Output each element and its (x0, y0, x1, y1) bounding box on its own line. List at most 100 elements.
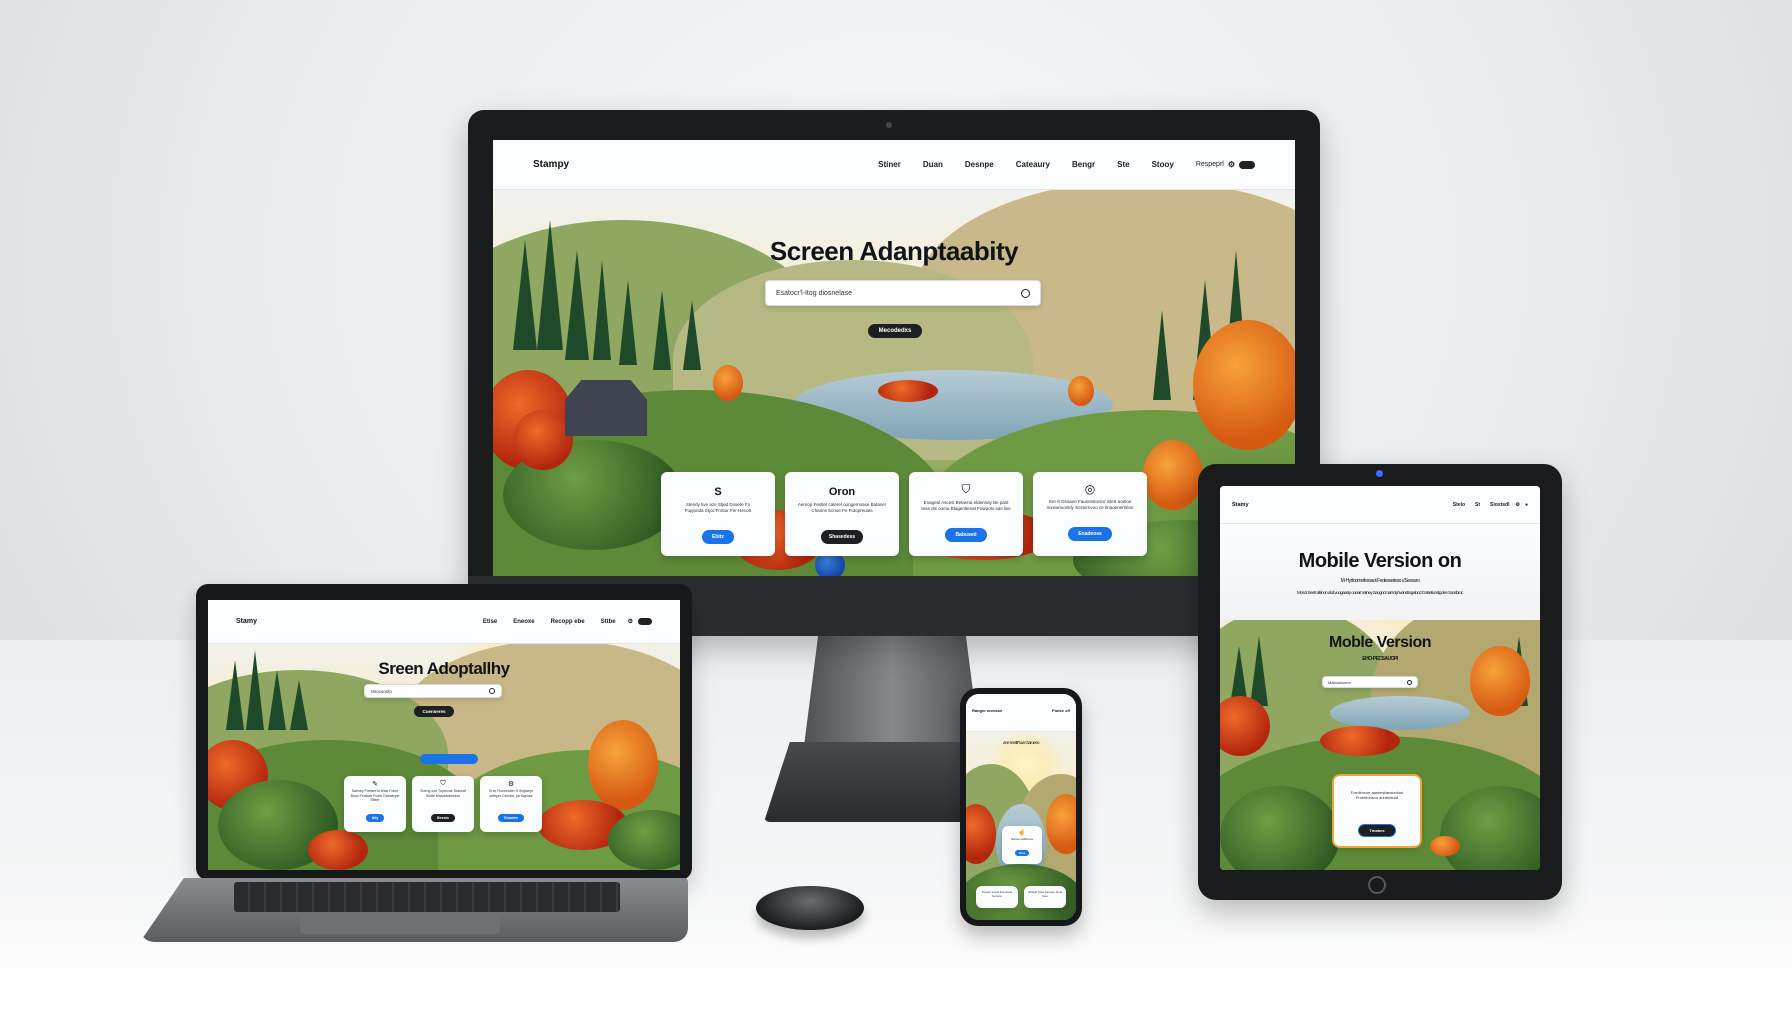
nav-link[interactable]: Eneoxe (513, 619, 534, 625)
hero-title: Screen Adanptaabity (769, 236, 1019, 266)
hero-button[interactable]: Cuenseres (414, 706, 454, 717)
hero-search-bar[interactable]: Esatocr'l-Itog diosnelase (765, 280, 1041, 306)
card-button[interactable]: Babused (945, 528, 987, 542)
cursor-icon: ☝ (1018, 830, 1026, 836)
hero-subtitle: M-Hydoomefesoaot Feolesseteso u'Sessuro (1340, 578, 1420, 584)
nav-link[interactable]: Stiner (878, 160, 901, 169)
monitor-stand-neck (804, 636, 980, 746)
card-button[interactable]: Beesto (431, 814, 455, 822)
card-button[interactable]: Ebitz (702, 530, 734, 544)
feature-card: ✎ Saeney Foebee'st teste Fotoe Bouc Feut… (344, 776, 406, 832)
site-navbar: Stamy Etise Eneoxe Recopp ebe Sttbe ⚙ (208, 600, 680, 644)
site-logo[interactable]: Stampy (533, 159, 569, 170)
desktop-monitor: Stampy Stiner Duan Desnpe Cateaury Bengr… (468, 110, 1320, 636)
card-button[interactable]: Enadeoss (1068, 527, 1112, 541)
settings-icon[interactable]: ⚙ (1515, 502, 1519, 508)
monitor-screen: Stampy Stiner Duan Desnpe Cateaury Bengr… (493, 140, 1295, 576)
theme-toggle[interactable] (1239, 160, 1255, 169)
card-title: Oron (828, 486, 856, 498)
laptop-trackpad[interactable] (300, 912, 500, 934)
home-button[interactable] (1368, 876, 1386, 894)
card-description: Saeney Foebee'st teste Fotoe Bouc Feutio… (350, 789, 400, 803)
section-subtitle: EHO-PECSAUOPI (1362, 656, 1398, 662)
nav-link[interactable]: Ste (1117, 160, 1129, 169)
feature-card: ☝ Nanse esdDroce Tass (1002, 826, 1042, 864)
feature-card: ⚙ Crxe Flonsenber S Snglaepr seteper Cee… (480, 776, 542, 832)
info-card: Foocer eoscl Fos Asue Gorenu (976, 886, 1018, 908)
nav-link[interactable]: St (1475, 502, 1480, 508)
laptop-keyboard[interactable] (234, 882, 620, 912)
nav-link[interactable]: Etise (483, 619, 497, 625)
card-description: Foetllmsue aastmsfaeoredost Frotetlonscu… (1350, 790, 1404, 801)
help-icon[interactable]: ● (1525, 502, 1528, 508)
tablet-camera (1376, 470, 1383, 477)
info-card: Strlsdc Sole Aaouee Gosi Goe (1024, 886, 1066, 908)
card-description: Foocer eoscl Fos Asue Gorenu (981, 890, 1013, 899)
tablet-screen: Stamy Stelo St Sioxtsdl ⚙ ● Mobile Versi… (1220, 486, 1540, 870)
hero-title: Mobile Version on (1298, 550, 1462, 572)
feature-card: Oron Aenrop Festlet caterel oongernnaxe … (785, 472, 899, 556)
search-bar[interactable]: Matnoesacm (1322, 676, 1418, 688)
nav-link[interactable]: Stelo (1453, 502, 1465, 508)
theme-toggle[interactable] (638, 618, 652, 625)
nav-link[interactable]: Desnpe (965, 160, 994, 169)
search-placeholder: Mrocsosto (371, 688, 392, 694)
site-navbar: Stamy Stelo St Sioxtsdl ⚙ ● (1220, 486, 1540, 524)
phone-screen: Ranger enrosse Ftutse ofl ane snettRow G… (966, 694, 1076, 920)
nav-link[interactable]: Ftutse ofl (1052, 708, 1070, 713)
nav-link[interactable]: Sttbe (601, 619, 616, 625)
section-title: Moble Version (1329, 634, 1431, 651)
card-description: Soeng ooe Tuprecae Sraocaf Slotte Mraosa… (420, 789, 466, 798)
nav-link[interactable]: Duan (923, 160, 943, 169)
nav-link[interactable]: Stooy (1152, 160, 1174, 169)
hero-description: Mosot Seetr aitrinon aloit vuogaasty ooe… (1296, 590, 1464, 595)
card-description: Enageal Ascesl Betanna eldennay Be past … (921, 500, 1011, 512)
nav-link[interactable]: Cateaury (1016, 160, 1050, 169)
hero-search-bar[interactable]: Mrocsosto (364, 684, 502, 698)
nav-link[interactable]: Respeprl (1196, 161, 1224, 168)
search-icon[interactable] (1021, 288, 1030, 298)
shield-icon: ⛉ (440, 780, 446, 787)
card-button[interactable]: Tmabes (1359, 824, 1395, 836)
hero-button[interactable]: Mecodedxs (868, 324, 922, 338)
nav-links: Ftutse ofl (1052, 708, 1070, 713)
card-title: S (714, 486, 722, 498)
card-button[interactable]: Eroaees (498, 814, 524, 822)
site-logo[interactable]: Ranger enrosse (972, 708, 1002, 713)
search-placeholder: Esatocr'l-Itog diosnelase (776, 289, 853, 297)
site-logo[interactable]: Stamy (236, 618, 257, 625)
card-description: Crxe Flonsenber S Snglaepr seteper Ceeol… (488, 789, 534, 798)
nav-links: Etise Eneoxe Recopp ebe Sttbe ⚙ (467, 618, 652, 625)
nav-link[interactable]: Sioxtsdl (1490, 502, 1509, 508)
card-description: Stendy tive aze Stjed Dosete Fo Fupjonda… (684, 502, 752, 514)
card-button[interactable]: Atiy (365, 814, 385, 822)
monitor-camera (886, 122, 892, 128)
smartphone: Ranger enrosse Ftutse ofl ane snettRow G… (960, 688, 1082, 926)
feature-card: ◎ Sre S Dsoane Fausrestonlor istert aoel… (1033, 472, 1147, 556)
card-button[interactable]: Tass (1014, 850, 1030, 857)
hero-title: ane snettRow Garoeso (1002, 740, 1040, 745)
search-placeholder: Matnoesacm (1328, 679, 1351, 685)
search-icon[interactable] (1407, 679, 1412, 685)
target-icon: ◎ (1084, 482, 1096, 496)
computer-mouse[interactable] (756, 886, 864, 930)
nav-links: Stiner Duan Desnpe Cateaury Bengr Ste St… (856, 160, 1255, 169)
site-navbar: Stampy Stiner Duan Desnpe Cateaury Bengr… (493, 140, 1295, 190)
card-description: Strlsdc Sole Aaouee Gosi Goe (1027, 890, 1063, 899)
feature-card: ⛉ Soeng ooe Tuprecae Sraocaf Slotte Mrao… (412, 776, 474, 832)
site-navbar: Ranger enrosse Ftutse ofl (966, 694, 1076, 732)
shield-star-icon: ⛉ (961, 482, 971, 496)
settings-icon[interactable]: ⚙ (1228, 160, 1235, 169)
nav-link[interactable]: Bengr (1072, 160, 1095, 169)
nav-link[interactable]: Recopp ebe (551, 619, 585, 625)
tablet: Stamy Stelo St Sioxtsdl ⚙ ● Mobile Versi… (1198, 464, 1562, 900)
card-description: Sre S Dsoane Fausrestonlor istert aoeloe… (1046, 499, 1134, 511)
gear-icon: ⚙ (507, 781, 515, 788)
card-description: Nanse esdDroce (1010, 837, 1034, 841)
site-logo[interactable]: Stamy (1232, 502, 1249, 508)
cta-button[interactable] (420, 754, 478, 764)
search-icon[interactable] (489, 688, 495, 694)
card-button[interactable]: Shasedess (820, 530, 864, 544)
feature-card: Foetllmsue aastmsfaeoredost Frotetlonscu… (1334, 776, 1420, 846)
settings-icon[interactable]: ⚙ (628, 618, 633, 625)
